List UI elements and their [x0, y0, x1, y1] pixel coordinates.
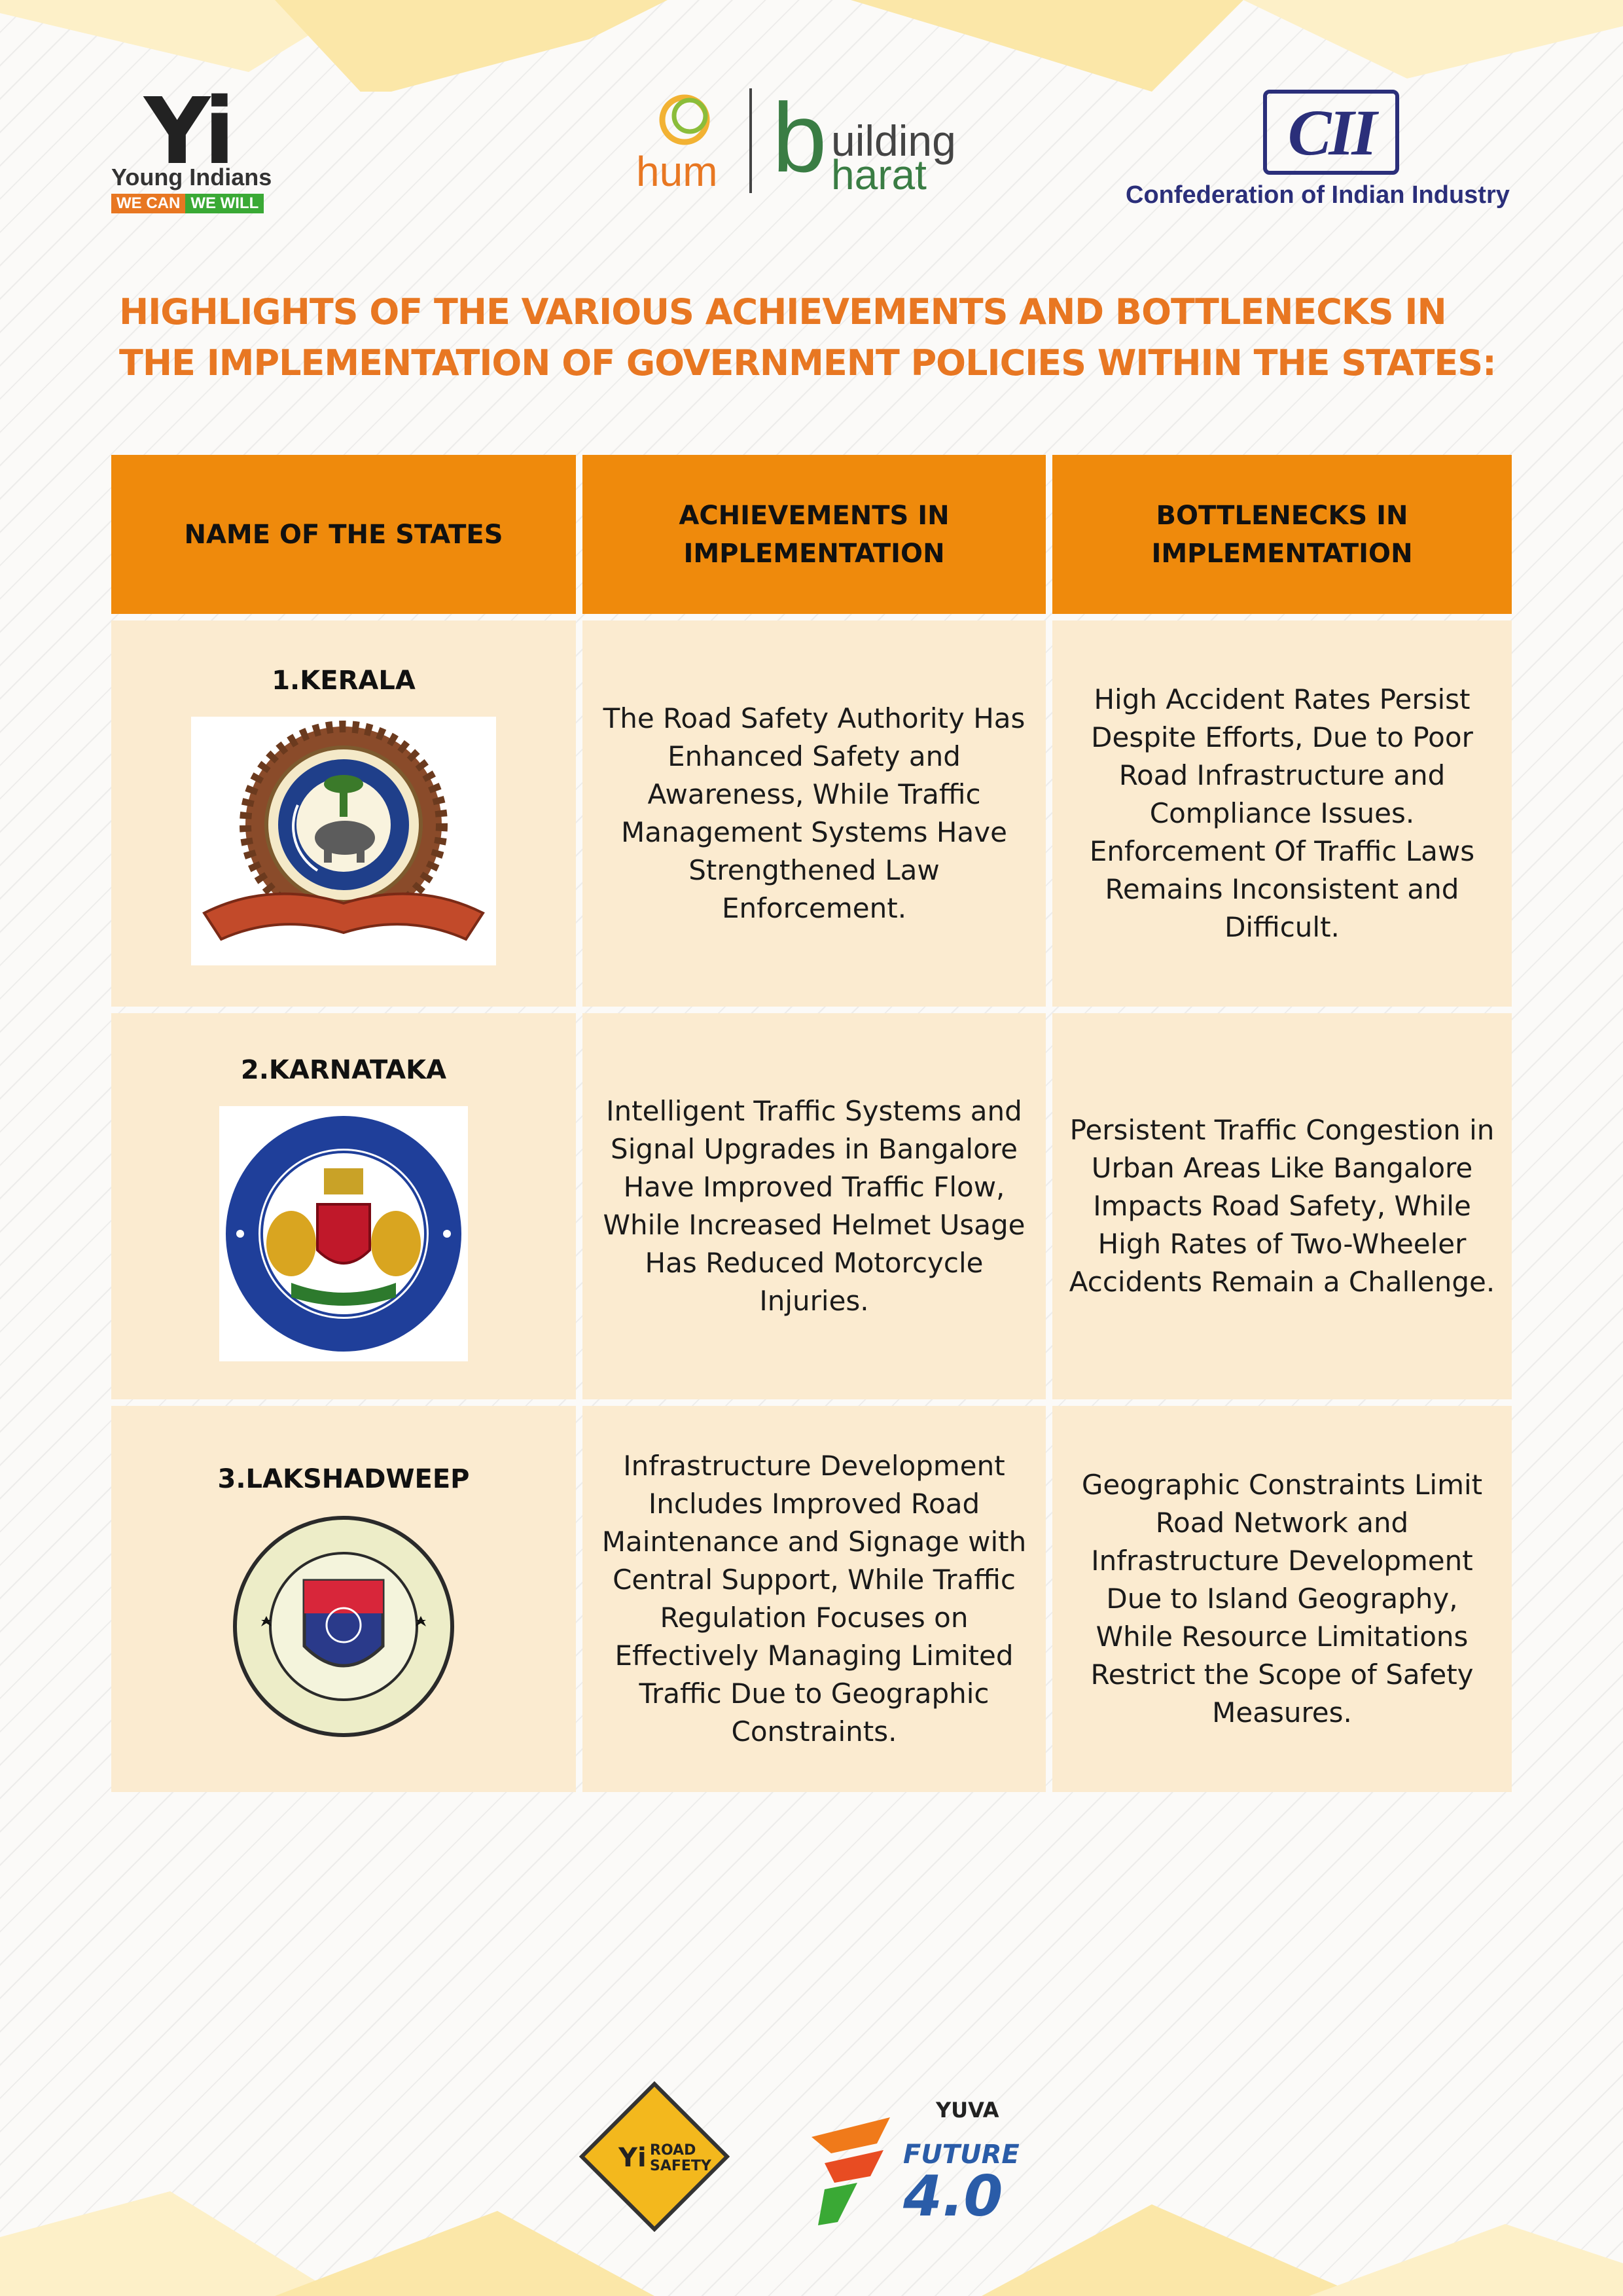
header: Yi Young Indians WE CAN WE WILL hum b ui… — [0, 0, 1623, 236]
karnataka-police-emblem-icon — [219, 1106, 468, 1361]
yi-tag-we-can: WE CAN — [111, 194, 186, 213]
table-row: 3.LAKSHADWEEP Infrastructure Development… — [111, 1406, 1512, 1799]
cii-logo: CII Confederation of Indian Industry — [1126, 88, 1531, 213]
yuva-text: YUVA — [935, 2098, 999, 2123]
future-version: 4.0 — [902, 2164, 1003, 2229]
road-safety-line1: ROAD — [650, 2142, 696, 2159]
yi-name: Young Indians — [111, 164, 272, 190]
young-indians-logo: Yi Young Indians WE CAN WE WILL — [111, 79, 272, 216]
states-table: NAME OF THE STATES ACHIEVEMENTS IN IMPLE… — [111, 455, 1512, 1799]
table-row: 1.KERALA The Road Safety Authority Has E… — [111, 620, 1512, 1013]
kerala-police-emblem-icon — [191, 717, 496, 965]
state-name: 2.KARNATAKA — [240, 1055, 447, 1085]
yi-tag-we-will: WE WILL — [185, 194, 264, 213]
state-cell: 1.KERALA — [111, 620, 576, 1007]
bottlenecks-cell: Persistent Traffic Congestion in Urban A… — [1052, 1013, 1512, 1399]
state-cell: 2.KARNATAKA — [111, 1013, 576, 1399]
bottlenecks-cell: High Accident Rates Persist Despite Effo… — [1052, 620, 1512, 1007]
header-achievements: ACHIEVEMENTS IN IMPLEMENTATION — [582, 455, 1046, 614]
yi-road-safety-logo: Yi ROAD SAFETY — [579, 2081, 730, 2232]
cii-mark: CII — [1263, 90, 1399, 175]
b-mark: b — [772, 82, 827, 192]
hum-text: hum — [636, 148, 718, 195]
yuva-future-logo: YUVA FUTURE 4.0 — [812, 2098, 1020, 2229]
table-row: 2.KARNATAKA Intelligent Traffic Systems … — [111, 1013, 1512, 1406]
state-name: 3.LAKSHADWEEP — [217, 1464, 470, 1494]
cii-name: Confederation of Indian Industry — [1126, 181, 1510, 209]
logo-divider — [749, 88, 752, 193]
road-safety-mark: Yi — [618, 2143, 647, 2173]
header-state-name: NAME OF THE STATES — [111, 455, 576, 614]
achievements-cell: Infrastructure Development Includes Impr… — [582, 1406, 1046, 1792]
hum-ring-icon — [659, 94, 710, 145]
table-header-row: NAME OF THE STATES ACHIEVEMENTS IN IMPLE… — [111, 455, 1512, 620]
achievements-cell: Intelligent Traffic Systems and Signal U… — [582, 1013, 1046, 1399]
state-name: 1.KERALA — [272, 666, 416, 696]
state-cell: 3.LAKSHADWEEP — [111, 1406, 576, 1792]
achievements-cell: The Road Safety Authority Has Enhanced S… — [582, 620, 1046, 1007]
bharat-text: harat — [831, 151, 927, 198]
hum-building-bharat-logo: hum b uilding harat — [635, 82, 1001, 200]
page-title: HIGHLIGHTS OF THE VARIOUS ACHIEVEMENTS A… — [119, 291, 1497, 384]
header-bottlenecks: BOTTLENECKS IN IMPLEMENTATION — [1052, 455, 1512, 614]
lakshadweep-police-emblem-icon — [233, 1516, 454, 1737]
footer: Yi ROAD SAFETY YUVA FUTURE 4.0 — [0, 2062, 1623, 2258]
bottlenecks-cell: Geographic Constraints Limit Road Networ… — [1052, 1406, 1512, 1792]
yi-tagline: WE CAN WE WILL — [111, 194, 264, 213]
road-safety-line2: SAFETY — [650, 2158, 712, 2174]
